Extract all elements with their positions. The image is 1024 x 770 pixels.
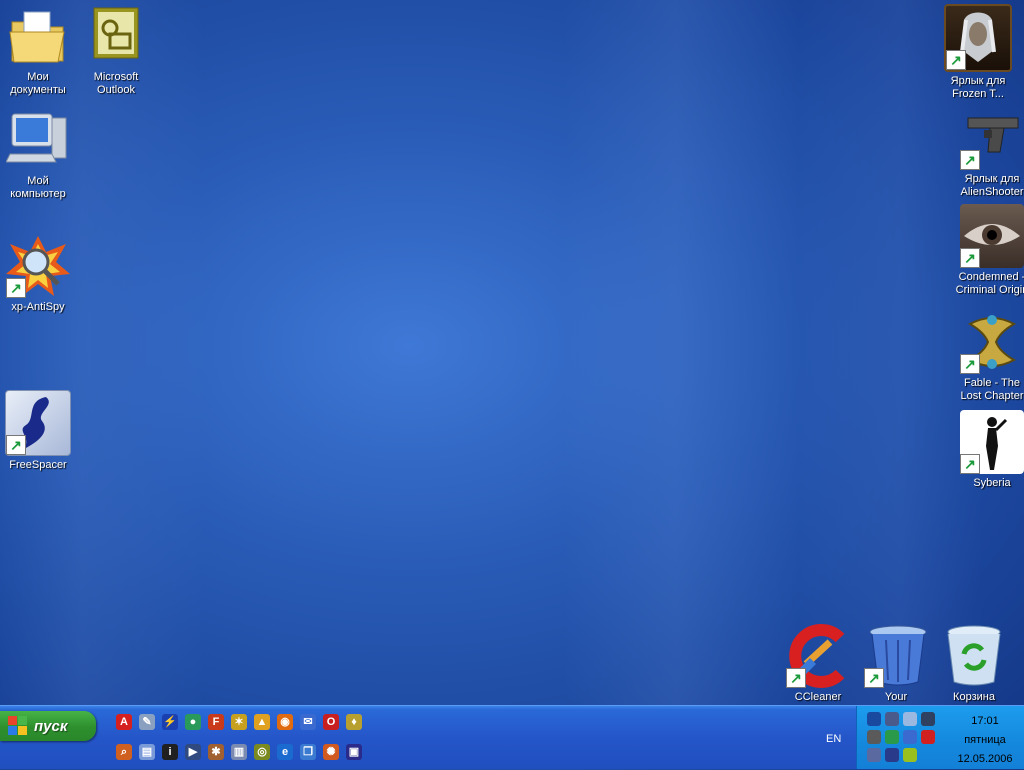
magnifier-icon: ↗ <box>6 234 70 298</box>
start-button[interactable]: пуск <box>0 711 96 741</box>
recycle-bin-icon: ↗ <box>864 624 928 688</box>
fable-icon: ↗ <box>960 310 1024 374</box>
trash-icon[interactable]: ▥ <box>231 744 247 760</box>
winamp-icon[interactable]: ⚡ <box>162 714 178 730</box>
outlook-icon <box>84 4 148 68</box>
system-tray: 17:01 пятница 12.05.2006 <box>856 706 1024 769</box>
desktop-icon-condemned[interactable]: ↗ Condemned - Criminal Origin <box>954 204 1024 297</box>
tray-nvidia-icon[interactable] <box>903 748 917 762</box>
copy-icon[interactable]: ❐ <box>300 744 316 760</box>
save-icon[interactable]: ▣ <box>346 744 362 760</box>
shortcut-arrow-icon: ↗ <box>864 668 884 688</box>
tray-display-icon[interactable] <box>921 712 935 726</box>
clock-day: пятница <box>964 734 1006 746</box>
clock-time: 17:01 <box>971 715 999 727</box>
tray-antivirus-icon[interactable] <box>885 748 899 762</box>
shortcut-arrow-icon: ↗ <box>960 354 980 374</box>
desktop-icon-label: Ярлык для AlienShooter <box>960 173 1024 198</box>
tray-globe-icon[interactable] <box>885 730 899 744</box>
recycle-bin-full-icon <box>942 624 1006 688</box>
bug-icon[interactable]: ✱ <box>208 744 224 760</box>
desktop-icon-label: FreeSpacer <box>9 459 67 471</box>
utility-icon[interactable]: ♦ <box>346 714 362 730</box>
desktop-icon-label: Корзина <box>953 691 995 703</box>
media-player-icon[interactable]: ▶ <box>185 744 201 760</box>
freespacer-icon: ↗ <box>5 390 71 456</box>
wallpaper <box>0 0 1024 708</box>
clock-date: 12.05.2006 <box>957 753 1013 765</box>
explorer-icon[interactable]: ▤ <box>139 744 155 760</box>
desktop-icon-frozen-throne[interactable]: ↗ Ярлык для Frozen T... <box>940 4 1016 101</box>
tray-gear-icon[interactable] <box>867 712 881 726</box>
desktop-icon-your[interactable]: ↗ Your <box>858 624 934 704</box>
tools-icon[interactable]: ✎ <box>139 714 155 730</box>
desktop-icon-freespacer[interactable]: ↗ FreeSpacer <box>0 390 76 472</box>
desktop-icon-recycle-bin[interactable]: Корзина <box>936 624 1012 704</box>
ie-icon[interactable]: e <box>277 744 293 760</box>
desktop-icon-syberia[interactable]: ↗ Syberia <box>954 410 1024 490</box>
language-indicator[interactable]: EN <box>826 733 841 745</box>
shortcut-arrow-icon: ↗ <box>946 50 966 70</box>
desktop-icon-label: CCleaner <box>794 691 842 703</box>
tray-warning-icon[interactable] <box>921 730 935 744</box>
desktop-icon-my-documents[interactable]: Мои документы <box>0 4 76 97</box>
shortcut-arrow-icon: ↗ <box>960 150 980 170</box>
desktop-icon-outlook[interactable]: Microsoft Outlook <box>78 4 154 97</box>
desktop-icon-alienshooter[interactable]: ↗ Ярлык для AlienShooter <box>954 106 1024 199</box>
quick-launch-toolbar: A ✎ ⚡ ● F ✶ ▲ ◉ ✉ O ♦ ⌕ ▤ i ▶ ✱ ▥ ◎ e ❐ ✺ ▣ <box>112 710 372 770</box>
tray-window-icon[interactable] <box>903 712 917 726</box>
desktop-icon-label: Мои документы <box>10 71 66 96</box>
taskbar: пуск A ✎ ⚡ ● F ✶ ▲ ◉ ✉ O ♦ ⌕ ▤ i ▶ ✱ ▥ ◎ e ❐ ✺ ▣ EN 17:01 пят… <box>0 705 1024 769</box>
opera-icon[interactable]: O <box>323 714 339 730</box>
tray-wrench-icon[interactable] <box>885 712 899 726</box>
ccleaner-icon: ↗ <box>786 624 850 688</box>
start-button-label: пуск <box>34 717 68 735</box>
desktop-icon-label: Syberia <box>973 477 1011 489</box>
network-icon[interactable]: ✶ <box>231 714 247 730</box>
desktop-icon-label: Ярлык для Frozen T... <box>950 75 1006 100</box>
shortcut-arrow-icon: ↗ <box>960 454 980 474</box>
shortcut-arrow-icon: ↗ <box>960 248 980 268</box>
mail-icon[interactable]: ✉ <box>300 714 316 730</box>
computer-icon <box>5 108 70 172</box>
shortcut-arrow-icon: ↗ <box>6 278 26 298</box>
tray-volume-icon[interactable] <box>903 730 917 744</box>
folder-documents-icon <box>6 4 70 68</box>
shortcut-arrow-icon: ↗ <box>6 435 26 455</box>
daemon-tools-icon[interactable]: ▲ <box>254 714 270 730</box>
desktop-icon-label: Your <box>884 691 908 703</box>
desktop-icon-ccleaner[interactable]: ↗ CCleaner <box>780 624 856 704</box>
settings-icon[interactable]: ✺ <box>323 744 339 760</box>
winrar-icon[interactable]: ◎ <box>254 744 270 760</box>
desktop-icon-label: Мой компьютер <box>10 175 66 200</box>
filezilla-icon[interactable]: F <box>208 714 224 730</box>
tray-alarm-icon[interactable] <box>867 730 881 744</box>
globe-icon[interactable]: ● <box>185 714 201 730</box>
eye-icon: ↗ <box>960 204 1024 268</box>
desktop-icon-label: Condemned - Criminal Origin <box>955 271 1024 296</box>
windows-logo-icon <box>8 716 28 736</box>
acrobat-icon[interactable]: A <box>116 714 132 730</box>
info-icon[interactable]: i <box>162 744 178 760</box>
clock[interactable]: 17:01 пятница 12.05.2006 <box>945 712 1024 769</box>
desktop-icon-label: xp-AntiSpy <box>11 301 65 313</box>
search-icon[interactable]: ⌕ <box>116 744 132 760</box>
desktop-icon-my-computer[interactable]: Мой компьютер <box>0 108 76 201</box>
syberia-icon: ↗ <box>960 410 1024 474</box>
pistol-icon: ↗ <box>960 106 1024 170</box>
frozen-throne-icon: ↗ <box>944 4 1012 72</box>
desktop-icon-fable[interactable]: ↗ Fable - The Lost Chapter <box>954 310 1024 403</box>
tray-network-icon[interactable] <box>867 748 881 762</box>
firefox-icon[interactable]: ◉ <box>277 714 293 730</box>
desktop-icon-xp-antispy[interactable]: ↗ xp-AntiSpy <box>0 234 76 314</box>
desktop-icon-label: Fable - The Lost Chapter <box>960 377 1024 402</box>
shortcut-arrow-icon: ↗ <box>786 668 806 688</box>
desktop-icon-label: Microsoft Outlook <box>93 71 139 96</box>
